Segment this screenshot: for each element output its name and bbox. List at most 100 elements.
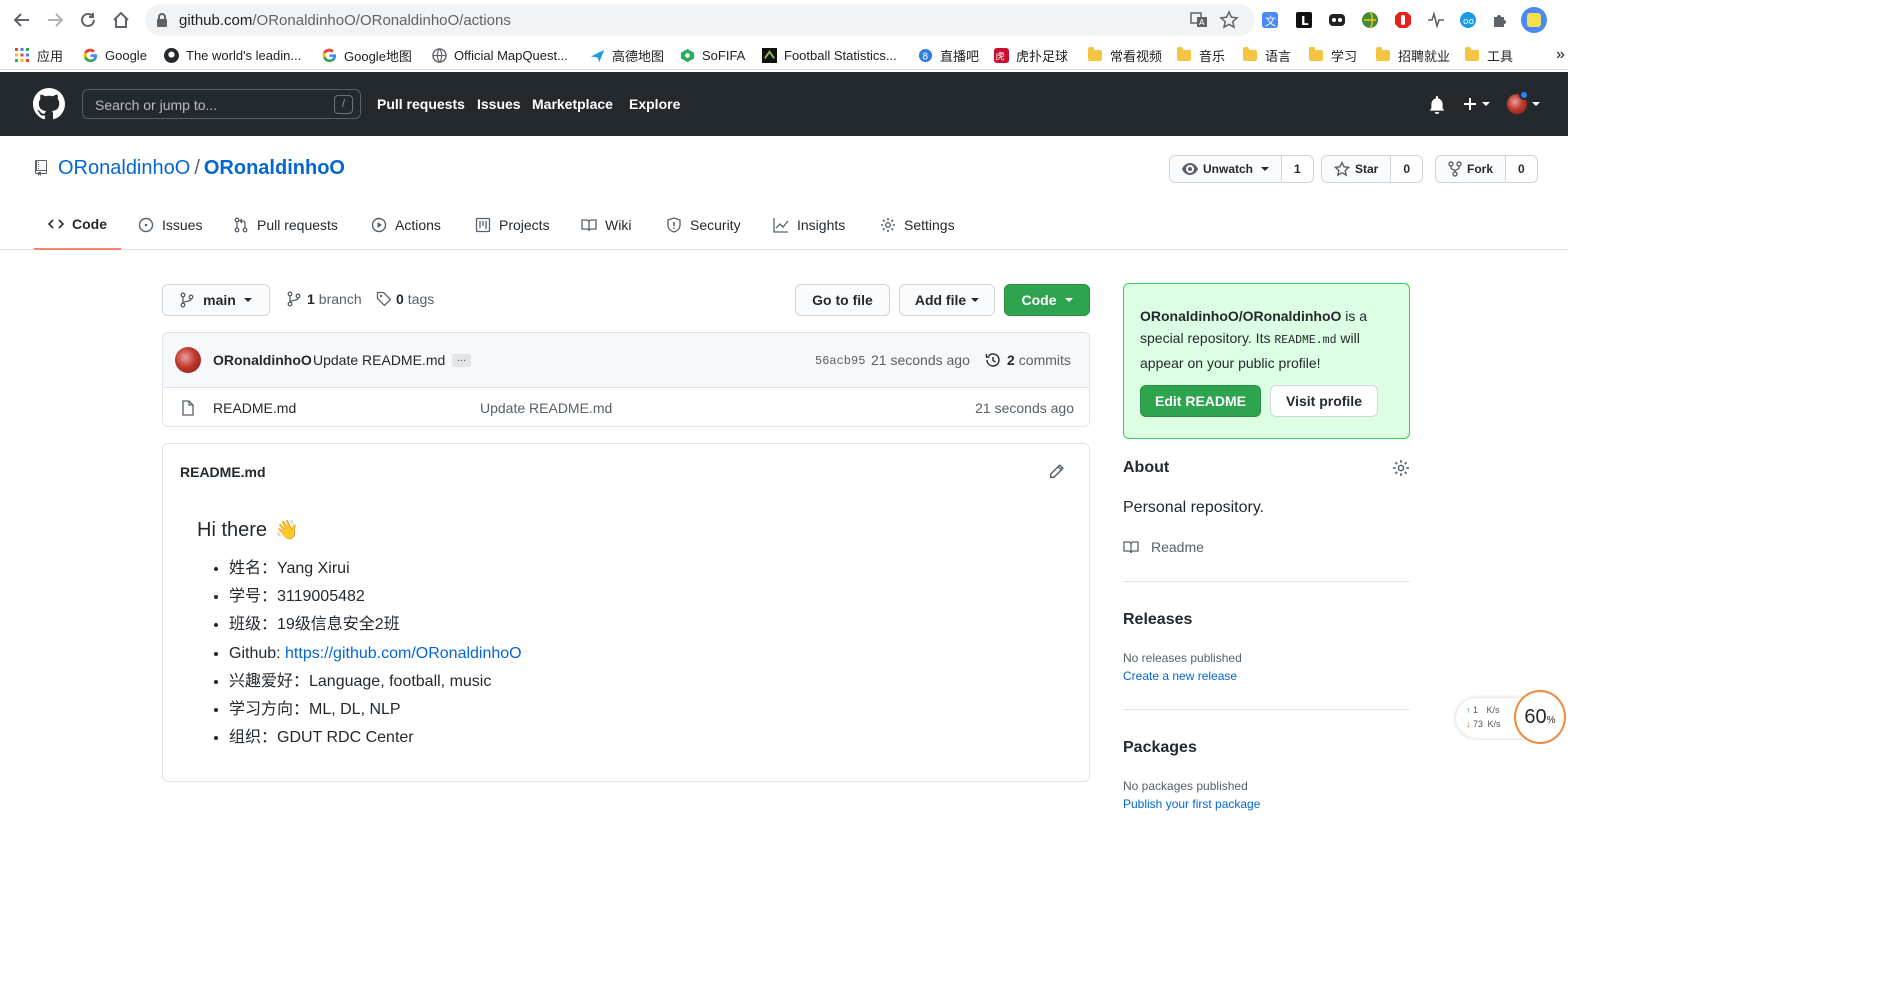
- fork-button[interactable]: Fork: [1435, 155, 1507, 183]
- forward-button[interactable]: [44, 9, 66, 31]
- add-file-button[interactable]: Add file: [899, 284, 995, 316]
- edit-readme-button[interactable]: Edit README: [1140, 385, 1261, 417]
- tab-insights[interactable]: Insights: [759, 200, 859, 250]
- file-name[interactable]: README.md: [213, 400, 296, 416]
- github-logo-icon[interactable]: [33, 88, 65, 120]
- svg-text:oo: oo: [1463, 17, 1475, 27]
- adblock-extension-icon[interactable]: [1392, 9, 1414, 31]
- go-to-file-button[interactable]: Go to file: [795, 284, 890, 316]
- repo-name-link[interactable]: ORonaldinhoO: [204, 157, 345, 179]
- gamepad-extension-icon[interactable]: [1326, 9, 1348, 31]
- profile-avatar-icon[interactable]: [1521, 7, 1547, 33]
- watch-count[interactable]: 1: [1282, 155, 1314, 183]
- file-commit-message[interactable]: Update README.md: [480, 400, 612, 416]
- network-speed-widget[interactable]: ↑ 1 K/s ↓ 73 K/s 60%: [1456, 690, 1566, 744]
- bookmark-item[interactable]: 语言: [1242, 45, 1291, 65]
- bookmark-item[interactable]: 学习: [1308, 45, 1357, 65]
- translate-icon[interactable]: A: [1189, 10, 1209, 30]
- bookmark-item[interactable]: Google地图: [321, 45, 412, 65]
- branch-icon: [287, 291, 301, 307]
- bookmark-item[interactable]: Official MapQuest...: [431, 45, 568, 65]
- bookmark-item[interactable]: 虎虎扑足球: [993, 45, 1068, 65]
- tab-projects[interactable]: Projects: [461, 200, 564, 250]
- translate-extension-icon[interactable]: 文: [1259, 9, 1281, 31]
- commits-link[interactable]: 2 commits: [985, 352, 1071, 368]
- tab-actions[interactable]: Actions: [357, 200, 455, 250]
- branches-link[interactable]: 1 branch: [287, 291, 362, 307]
- home-button[interactable]: [110, 9, 132, 31]
- bookmark-item[interactable]: 常看视频: [1087, 45, 1162, 65]
- tab-wiki[interactable]: Wiki: [567, 200, 645, 250]
- bookmark-item[interactable]: 应用: [14, 45, 63, 65]
- tab-pull-requests[interactable]: Pull requests: [219, 200, 352, 250]
- bookmark-item[interactable]: 8 直播吧: [917, 45, 979, 65]
- code-icon: [48, 219, 64, 229]
- puzzle-extension-icon[interactable]: [1489, 9, 1511, 31]
- commit-sha[interactable]: 56acb95: [815, 354, 865, 368]
- tab-code[interactable]: Code: [34, 200, 121, 250]
- user-menu-dropdown[interactable]: [1507, 90, 1540, 114]
- tags-link[interactable]: 0 tags: [376, 291, 434, 307]
- unwatch-button[interactable]: Unwatch: [1169, 155, 1283, 183]
- star-count[interactable]: 0: [1391, 155, 1424, 183]
- readme-sidebar-link[interactable]: Readme: [1123, 539, 1204, 555]
- globe-extension-icon[interactable]: [1359, 9, 1381, 31]
- reload-button[interactable]: [77, 9, 99, 31]
- packages-title[interactable]: Packages: [1123, 739, 1197, 757]
- bookmark-star-icon[interactable]: [1219, 10, 1239, 30]
- readme-list-item: 姓名：Yang Xirui: [229, 555, 522, 583]
- bookmark-item[interactable]: The world's leadin...: [163, 45, 301, 65]
- bookmark-item[interactable]: 高德地图: [589, 45, 664, 65]
- code-download-button[interactable]: Code: [1004, 284, 1090, 316]
- create-new-dropdown[interactable]: [1463, 97, 1490, 111]
- search-input[interactable]: Search or jump to... /: [82, 89, 361, 119]
- hupu-icon: 虎: [993, 47, 1009, 63]
- commit-author-avatar[interactable]: [175, 347, 201, 373]
- back-button[interactable]: [11, 9, 33, 31]
- pulse-extension-icon[interactable]: [1425, 9, 1447, 31]
- publish-package-link[interactable]: Publish your first package: [1123, 797, 1260, 811]
- commit-author[interactable]: ORonaldinhoO: [213, 352, 312, 368]
- bookmark-item[interactable]: Football Statistics...: [761, 45, 897, 65]
- notification-bell-icon[interactable]: [1428, 96, 1446, 114]
- bookmark-label: The world's leadin...: [186, 47, 302, 63]
- bookmark-item[interactable]: 招聘就业: [1375, 45, 1450, 65]
- tab-settings[interactable]: Settings: [866, 200, 969, 250]
- bookmark-label: SoFIFA: [702, 47, 746, 63]
- visit-profile-button[interactable]: Visit profile: [1270, 385, 1378, 417]
- repo-separator: /: [194, 157, 200, 179]
- address-bar[interactable]: github.com/ORonaldinhoO/ORonaldinhoO/act…: [145, 4, 1255, 36]
- search-shortcut-key: /: [334, 95, 353, 114]
- file-row[interactable]: README.md Update README.md 21 seconds ag…: [163, 388, 1089, 426]
- fork-count[interactable]: 0: [1506, 155, 1538, 183]
- tab-issues[interactable]: Issues: [124, 200, 216, 250]
- bookmark-item[interactable]: 工具: [1464, 45, 1513, 65]
- releases-title[interactable]: Releases: [1123, 611, 1192, 629]
- readme-github-link[interactable]: https://github.com/ORonaldinhoO: [285, 645, 522, 662]
- repo-owner-link[interactable]: ORonaldinhoO: [58, 157, 190, 179]
- star-button[interactable]: Star: [1321, 155, 1392, 183]
- readme-list-item: Github: https://github.com/ORonaldinhoO: [229, 640, 522, 668]
- l-extension-icon[interactable]: L: [1293, 9, 1315, 31]
- tab-security[interactable]: Security: [652, 200, 755, 250]
- create-release-link[interactable]: Create a new release: [1123, 669, 1237, 683]
- nav-explore[interactable]: Explore: [629, 96, 680, 112]
- svg-text:L: L: [1301, 14, 1309, 28]
- bookmarks-overflow-button[interactable]: »: [1556, 45, 1565, 65]
- branch-name: main: [203, 292, 236, 308]
- bookmark-item[interactable]: SoFIFA: [679, 45, 745, 65]
- branch-select-button[interactable]: main: [162, 284, 270, 316]
- bookmark-item[interactable]: 音乐: [1176, 45, 1225, 65]
- readme-sidebar-label: Readme: [1151, 539, 1204, 555]
- issue-icon: [138, 217, 154, 233]
- nav-pull-requests[interactable]: Pull requests: [377, 96, 465, 112]
- commit-message[interactable]: Update README.md: [313, 352, 445, 368]
- about-settings-gear-icon[interactable]: [1392, 459, 1410, 477]
- commit-expand-button[interactable]: …: [452, 354, 471, 367]
- nav-marketplace[interactable]: Marketplace: [532, 96, 613, 112]
- edit-pencil-icon[interactable]: [1048, 463, 1065, 480]
- plus-icon: [1464, 98, 1476, 110]
- nav-issues[interactable]: Issues: [477, 96, 521, 112]
- speed-extension-icon[interactable]: oo: [1457, 9, 1479, 31]
- bookmark-item[interactable]: Google: [82, 45, 147, 65]
